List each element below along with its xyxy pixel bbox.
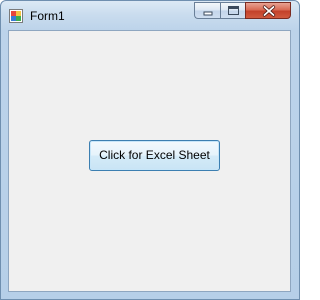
close-button[interactable] — [245, 2, 291, 19]
window-title: Form1 — [30, 9, 65, 23]
close-icon — [262, 5, 276, 17]
form1-window: Form1 Click for Excel Sheet — [0, 0, 300, 300]
title-bar[interactable]: Form1 — [1, 1, 299, 31]
excel-sheet-button[interactable]: Click for Excel Sheet — [89, 140, 220, 171]
minimize-button[interactable] — [194, 2, 220, 19]
maximize-button[interactable] — [220, 2, 245, 19]
minimize-icon — [203, 11, 213, 16]
app-icon[interactable] — [9, 9, 23, 23]
form-client-area: Click for Excel Sheet — [8, 30, 291, 292]
maximize-icon — [228, 6, 239, 15]
